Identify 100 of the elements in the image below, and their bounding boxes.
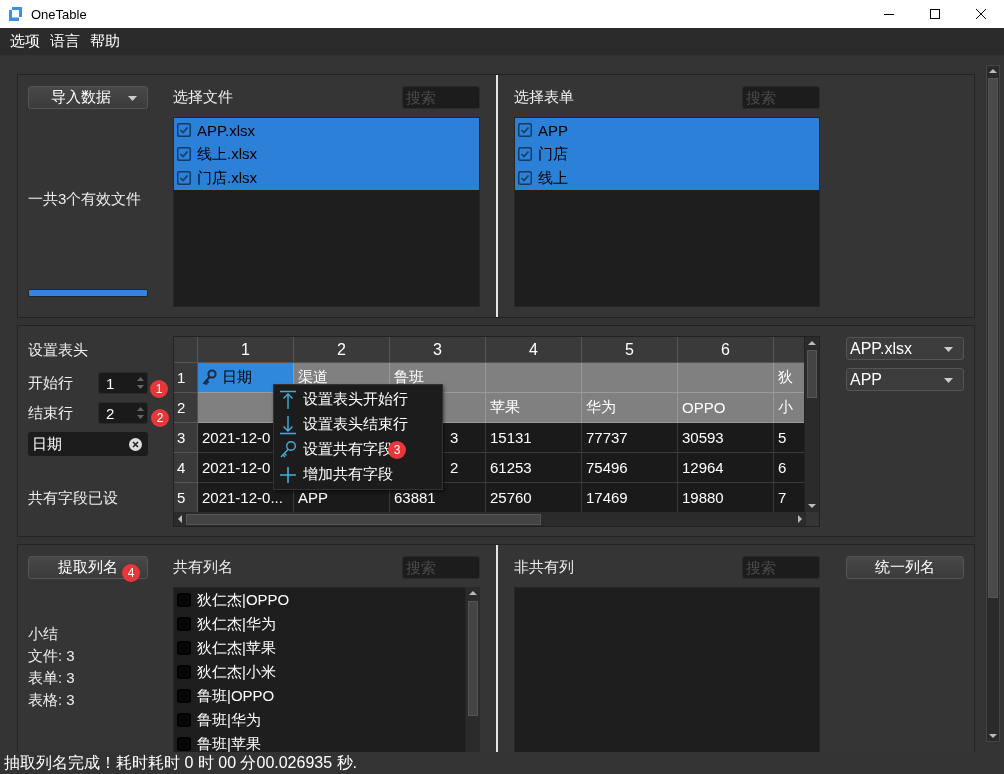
extract-columns-button[interactable]: 提取列名 4	[28, 556, 148, 579]
column-item[interactable]: 狄仁杰|OPPO	[174, 588, 465, 612]
row-header[interactable]: 2	[174, 393, 198, 423]
sheet-item[interactable]: 线上	[515, 166, 819, 190]
arrow-down-icon	[279, 414, 297, 435]
checkbox[interactable]	[177, 593, 191, 607]
column-header[interactable]: 5	[582, 337, 678, 363]
sheet-dropdown[interactable]: APP	[846, 368, 964, 391]
file-item[interactable]: 门店.xlsx	[174, 166, 479, 190]
scroll-thumb[interactable]	[468, 601, 478, 716]
summary-text: 小结	[28, 625, 58, 642]
scroll-thumb[interactable]	[988, 78, 998, 598]
column-item[interactable]: 鲁班|苹果	[174, 732, 465, 752]
checkbox[interactable]	[177, 665, 191, 679]
sheet-item[interactable]: APP	[515, 118, 819, 142]
table-cell: 华为	[582, 393, 678, 423]
status-text: 抽取列名完成！耗时耗时 0 时 00 分00.026935 秒.	[4, 752, 357, 773]
file-count-label: 一共3个有效文件	[28, 189, 143, 209]
section-label: 共有列名	[173, 558, 233, 577]
scrollbar[interactable]	[466, 587, 480, 752]
menu-item[interactable]: 帮助	[86, 32, 124, 51]
spin-field[interactable]: 2	[98, 402, 148, 424]
spin-field[interactable]: 1	[98, 372, 148, 394]
checkbox[interactable]	[177, 147, 191, 161]
menu-item[interactable]: 语言	[46, 32, 84, 51]
checkbox[interactable]	[177, 689, 191, 703]
row-header[interactable]: 5	[174, 483, 198, 512]
column-header[interactable]: 4	[486, 337, 582, 363]
column-header[interactable]: 1	[198, 337, 294, 363]
checkbox[interactable]	[177, 713, 191, 727]
scroll-thumb[interactable]	[807, 350, 817, 398]
checkbox[interactable]	[177, 123, 191, 137]
column-item[interactable]: 鲁班|OPPO	[174, 684, 465, 708]
row-header[interactable]: 4	[174, 453, 198, 483]
table-cell: 61253	[486, 453, 582, 483]
table-cell: 5	[774, 423, 805, 453]
table-cell: 77737	[582, 423, 678, 453]
table-cell: OPPO	[678, 393, 774, 423]
section-label: 选择文件	[173, 88, 233, 107]
field-tag[interactable]: 日期	[28, 432, 148, 456]
step-badge: 4	[122, 564, 140, 582]
spin-arrows-icon	[135, 374, 146, 392]
table-cell: 19880	[678, 483, 774, 512]
table-corner[interactable]	[174, 337, 198, 363]
app-logo-icon	[7, 6, 23, 22]
table-cell: 17469	[582, 483, 678, 512]
unify-columns-button[interactable]: 统一列名	[846, 556, 964, 579]
file-item[interactable]: APP.xlsx	[174, 118, 479, 142]
row-header[interactable]: 3	[174, 423, 198, 453]
key-icon	[279, 439, 297, 460]
column-item[interactable]: 狄仁杰|小米	[174, 660, 465, 684]
section-label: 非共有列	[514, 558, 574, 577]
scrollbar[interactable]	[986, 65, 1000, 742]
row-header[interactable]: 1	[174, 363, 198, 393]
caret-icon	[944, 378, 953, 383]
clear-icon[interactable]	[129, 437, 142, 451]
column-header[interactable]: 6	[678, 337, 774, 363]
table-cell: 6	[774, 453, 805, 483]
column-header[interactable]: 2	[294, 337, 390, 363]
scrollbar[interactable]	[174, 512, 806, 526]
key-icon	[202, 368, 217, 387]
menu-item[interactable]: 选项	[6, 32, 44, 51]
checkbox[interactable]	[518, 171, 532, 185]
sheet-item[interactable]: 门店	[515, 142, 819, 166]
column-item[interactable]: 狄仁杰|苹果	[174, 636, 465, 660]
import-data-button[interactable]: 导入数据	[28, 86, 148, 109]
maximize-icon[interactable]	[930, 9, 940, 19]
checkbox[interactable]	[177, 737, 191, 751]
arrow-up-icon	[279, 389, 297, 410]
status-label: 共有字段已设	[28, 489, 119, 508]
column-item[interactable]: 狄仁杰|华为	[174, 612, 465, 636]
scroll-thumb[interactable]	[186, 513, 541, 525]
table-cell: 75496	[582, 453, 678, 483]
summary-text: 表单: 3	[28, 669, 75, 686]
scroll-up-icon[interactable]	[988, 66, 998, 76]
table-cell: 小	[774, 393, 805, 423]
checkbox[interactable]	[177, 617, 191, 631]
table-cell: 苹果	[486, 393, 582, 423]
caret-icon	[944, 347, 953, 352]
file-item[interactable]: 线上.xlsx	[174, 142, 479, 166]
table-cell: 7	[774, 483, 805, 512]
scrollbar[interactable]	[804, 337, 819, 512]
table-cell: 15131	[486, 423, 582, 453]
checkbox[interactable]	[177, 171, 191, 185]
table-cell: 2021-12-0...	[198, 483, 294, 512]
scroll-down-icon[interactable]	[988, 731, 998, 741]
spin-arrows-icon	[135, 404, 146, 422]
section-label: 设置表头	[28, 341, 89, 360]
file-dropdown[interactable]: APP.xlsx	[846, 337, 964, 360]
column-item[interactable]: 鲁班|华为	[174, 708, 465, 732]
close-icon[interactable]	[976, 9, 986, 19]
step-badge: 1	[150, 380, 168, 398]
checkbox[interactable]	[518, 123, 532, 137]
checkbox[interactable]	[518, 147, 532, 161]
table-cell: 日期	[198, 363, 294, 393]
table-cell: 30593	[678, 423, 774, 453]
checkbox[interactable]	[177, 641, 191, 655]
caret-icon	[128, 96, 137, 101]
column-header[interactable]: 3	[390, 337, 486, 363]
spin-label: 开始行	[28, 373, 74, 393]
